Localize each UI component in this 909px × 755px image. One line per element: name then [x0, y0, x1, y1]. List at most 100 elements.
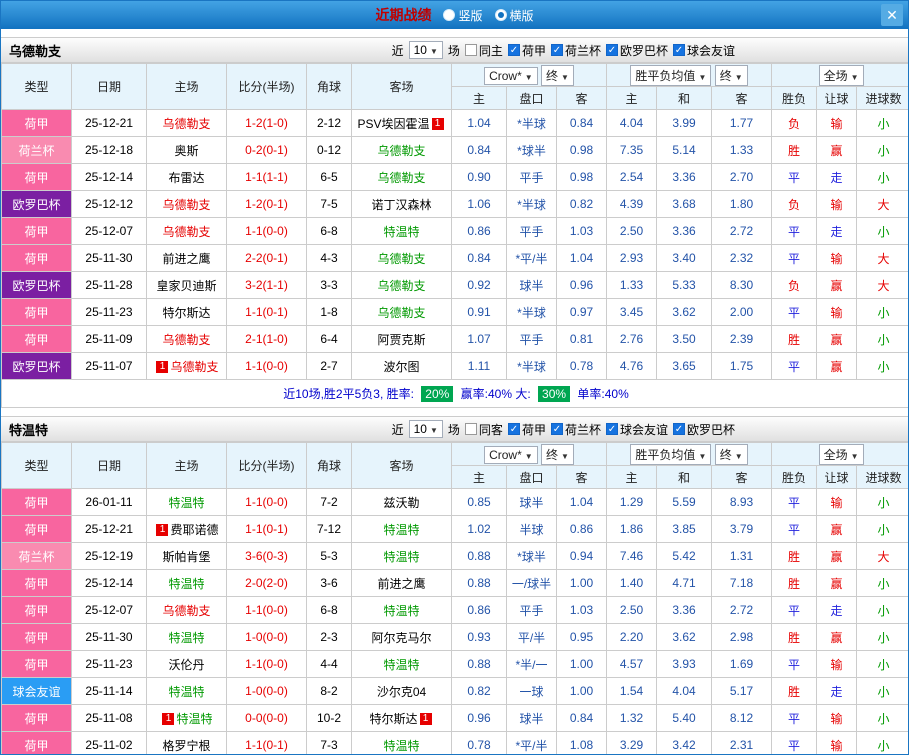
goals-result-cell: 大: [857, 543, 909, 570]
corner-cell: 7-12: [307, 516, 352, 543]
team2-section-bar: 特温特 近 10▼ 场 同客 荷甲荷兰杯球会友谊欧罗巴杯: [1, 416, 908, 442]
same-venue-filter[interactable]: 同客: [465, 421, 503, 438]
checkbox-icon[interactable]: [465, 423, 477, 435]
goals-result-cell: 小: [857, 299, 909, 326]
summary-section: 近10场,胜2平5负3, 胜率: 20% 赢率:40% 大: 30% 单率:40…: [2, 380, 909, 408]
league-filter[interactable]: 球会友谊: [606, 421, 668, 438]
match-count-select[interactable]: 10▼: [409, 420, 443, 438]
home-cell: 乌德勒支: [147, 191, 227, 218]
ah-line: 平手: [507, 164, 557, 191]
corner-cell: 2-12: [307, 110, 352, 137]
checkbox-checked-icon[interactable]: [508, 44, 520, 56]
eu-draw-odds: 5.14: [657, 137, 712, 164]
away-team-name: 阿尔克马尔: [371, 631, 431, 645]
games-label: 场: [448, 42, 460, 59]
fullmatch-select[interactable]: 全场▼: [819, 444, 864, 465]
match-row: 荷甲25-11-02格罗宁根1-1(0-1)7-3特温特0.78*平/半1.08…: [2, 732, 909, 755]
result-cell: 平: [772, 732, 817, 755]
eu-draw-odds: 3.42: [657, 732, 712, 755]
radio-icon[interactable]: [443, 9, 455, 21]
checkbox-checked-icon[interactable]: [673, 44, 685, 56]
layout-radio-vertical[interactable]: 竖版: [443, 7, 482, 24]
checkbox-checked-icon[interactable]: [551, 423, 563, 435]
ah-home-odds: 0.91: [452, 299, 507, 326]
bookmaker-select[interactable]: Crow*▼: [484, 67, 538, 85]
corner-cell: 5-3: [307, 543, 352, 570]
final-odds-select-2[interactable]: 终▼: [715, 444, 748, 465]
close-button[interactable]: ✕: [881, 4, 903, 26]
league-cell: 荷兰杯: [2, 543, 72, 570]
handicap-result-cell: 走: [817, 164, 857, 191]
score-cell: 1-2(0-1): [227, 191, 307, 218]
handicap-result-cell: 赢: [817, 624, 857, 651]
radio-selected-icon[interactable]: [495, 9, 507, 21]
col-header-away: 客场: [352, 443, 452, 489]
ah-away-odds: 1.03: [557, 597, 607, 624]
team2-results-table: 类型 日期 主场 比分(半场) 角球 客场 Crow*▼ 终▼ 胜平负均值▼ 终…: [1, 442, 909, 755]
date-cell: 25-12-21: [72, 516, 147, 543]
layout-radio-horizontal[interactable]: 横版: [495, 7, 534, 24]
league-filter[interactable]: 欧罗巴杯: [673, 421, 735, 438]
eu-away-odds: 1.69: [712, 651, 772, 678]
goals-result-cell: 小: [857, 110, 909, 137]
europe-odds-select-cell: 胜平负均值▼ 终▼: [607, 64, 772, 87]
final-odds-select-2[interactable]: 终▼: [715, 65, 748, 86]
result-cell: 平: [772, 299, 817, 326]
chevron-down-icon: ▼: [561, 452, 569, 461]
goals-result-cell: 大: [857, 272, 909, 299]
fullmatch-select[interactable]: 全场▼: [819, 65, 864, 86]
league-cell: 荷甲: [2, 624, 72, 651]
final-odds-select[interactable]: 终▼: [541, 444, 574, 465]
league-cell: 荷甲: [2, 516, 72, 543]
near-label: 近: [392, 42, 404, 59]
layout-radio-vertical-label: 竖版: [458, 7, 482, 24]
eu-home-odds: 4.76: [607, 353, 657, 380]
match-row: 欧罗巴杯25-11-28皇家贝迪斯3-2(1-1)3-3乌德勒支0.92球半0.…: [2, 272, 909, 299]
league-filter[interactable]: 荷兰杯: [551, 42, 601, 59]
away-cell: 阿贾克斯: [352, 326, 452, 353]
match-count-select[interactable]: 10▼: [409, 41, 443, 59]
league-filter[interactable]: 荷兰杯: [551, 421, 601, 438]
eu-home-odds: 4.57: [607, 651, 657, 678]
col-header-handicap: 让球: [817, 466, 857, 489]
result-cell: 胜: [772, 570, 817, 597]
goals-result-cell: 小: [857, 164, 909, 191]
chevron-down-icon: ▼: [698, 452, 706, 461]
chevron-down-icon: ▼: [698, 73, 706, 82]
home-team-name: 乌德勒支: [162, 198, 210, 212]
match-row: 荷兰杯25-12-18奥斯0-2(0-1)0-12乌德勒支0.84*球半0.98…: [2, 137, 909, 164]
bookmaker-select[interactable]: Crow*▼: [484, 446, 538, 464]
away-team-name: 波尔图: [383, 360, 419, 374]
match-row: 荷甲25-11-081特温特0-0(0-0)10-2特尔斯达10.96球半0.8…: [2, 705, 909, 732]
league-filter[interactable]: 荷甲: [508, 42, 546, 59]
ah-line: 球半: [507, 272, 557, 299]
same-venue-filter[interactable]: 同主: [465, 42, 503, 59]
result-cell: 胜: [772, 624, 817, 651]
europe-mean-select[interactable]: 胜平负均值▼: [630, 444, 711, 465]
home-team-name: 特温特: [176, 712, 212, 726]
away-cell: 波尔图: [352, 353, 452, 380]
europe-mean-select[interactable]: 胜平负均值▼: [630, 65, 711, 86]
home-cell: 奥斯: [147, 137, 227, 164]
final-odds-select[interactable]: 终▼: [541, 65, 574, 86]
score-cell: 1-1(0-0): [227, 353, 307, 380]
checkbox-checked-icon[interactable]: [508, 423, 520, 435]
date-cell: 25-12-19: [72, 543, 147, 570]
league-filter[interactable]: 欧罗巴杯: [606, 42, 668, 59]
away-cell: 沙尔克04: [352, 678, 452, 705]
ah-away-odds: 0.84: [557, 705, 607, 732]
league-cell: 欧罗巴杯: [2, 191, 72, 218]
home-cell: 斯帕肯堡: [147, 543, 227, 570]
checkbox-checked-icon[interactable]: [551, 44, 563, 56]
eu-away-odds: 3.79: [712, 516, 772, 543]
checkbox-icon[interactable]: [465, 44, 477, 56]
checkbox-checked-icon[interactable]: [606, 44, 618, 56]
league-filter[interactable]: 球会友谊: [673, 42, 735, 59]
away-team-name: 乌德勒支: [377, 171, 425, 185]
goals-result-cell: 小: [857, 705, 909, 732]
goals-result-cell: 小: [857, 353, 909, 380]
checkbox-checked-icon[interactable]: [673, 423, 685, 435]
checkbox-checked-icon[interactable]: [606, 423, 618, 435]
ah-line: *球半: [507, 543, 557, 570]
league-filter[interactable]: 荷甲: [508, 421, 546, 438]
